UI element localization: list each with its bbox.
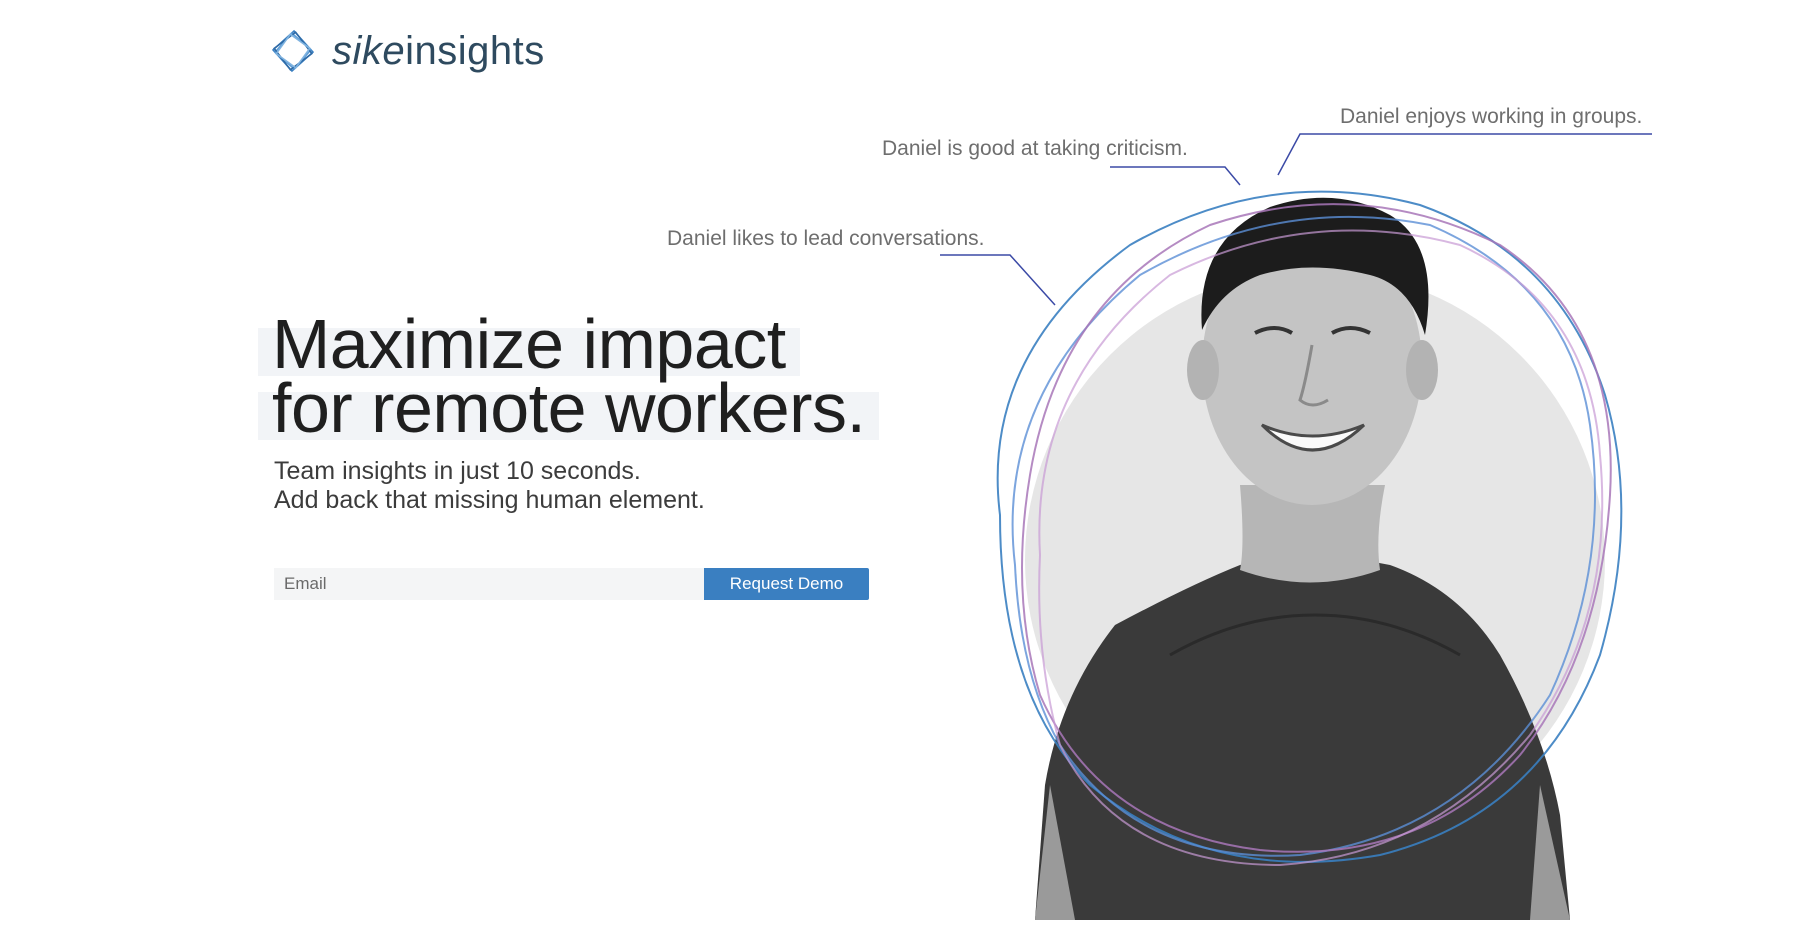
hero-title: Maximize impact for remote workers. bbox=[258, 309, 880, 443]
brand-logo[interactable]: sikeinsights bbox=[270, 28, 545, 74]
annotation-line-conversations bbox=[705, 254, 1056, 306]
hero-subtitle: Team insights in just 10 seconds. Add ba… bbox=[274, 457, 705, 515]
diamond-logo-icon bbox=[271, 29, 315, 73]
hero-subtitle-line-2: Add back that missing human element. bbox=[274, 486, 705, 514]
hero-title-line-1: Maximize impact bbox=[258, 309, 800, 379]
demo-request-form: Request Demo bbox=[274, 568, 869, 600]
annotation-line-criticism bbox=[1110, 166, 1241, 186]
brand-wordmark: sikeinsights bbox=[332, 29, 545, 74]
brand-name-italic: sike bbox=[332, 28, 406, 73]
email-field[interactable] bbox=[274, 568, 704, 600]
annotation-criticism: Daniel is good at taking criticism. bbox=[882, 137, 1188, 160]
annotation-conversations: Daniel likes to lead conversations. bbox=[667, 227, 985, 250]
brand-name-rest: insights bbox=[405, 28, 545, 73]
hero-subtitle-line-1: Team insights in just 10 seconds. bbox=[274, 457, 641, 485]
annotation-line-groups bbox=[1277, 133, 1652, 176]
hero-title-line-2: for remote workers. bbox=[258, 373, 880, 443]
request-demo-button[interactable]: Request Demo bbox=[704, 568, 869, 600]
portrait-illustration bbox=[705, 133, 1652, 920]
annotation-groups: Daniel enjoys working in groups. bbox=[1340, 105, 1643, 128]
hero-illustration: Daniel enjoys working in groups. Daniel … bbox=[667, 95, 1660, 920]
